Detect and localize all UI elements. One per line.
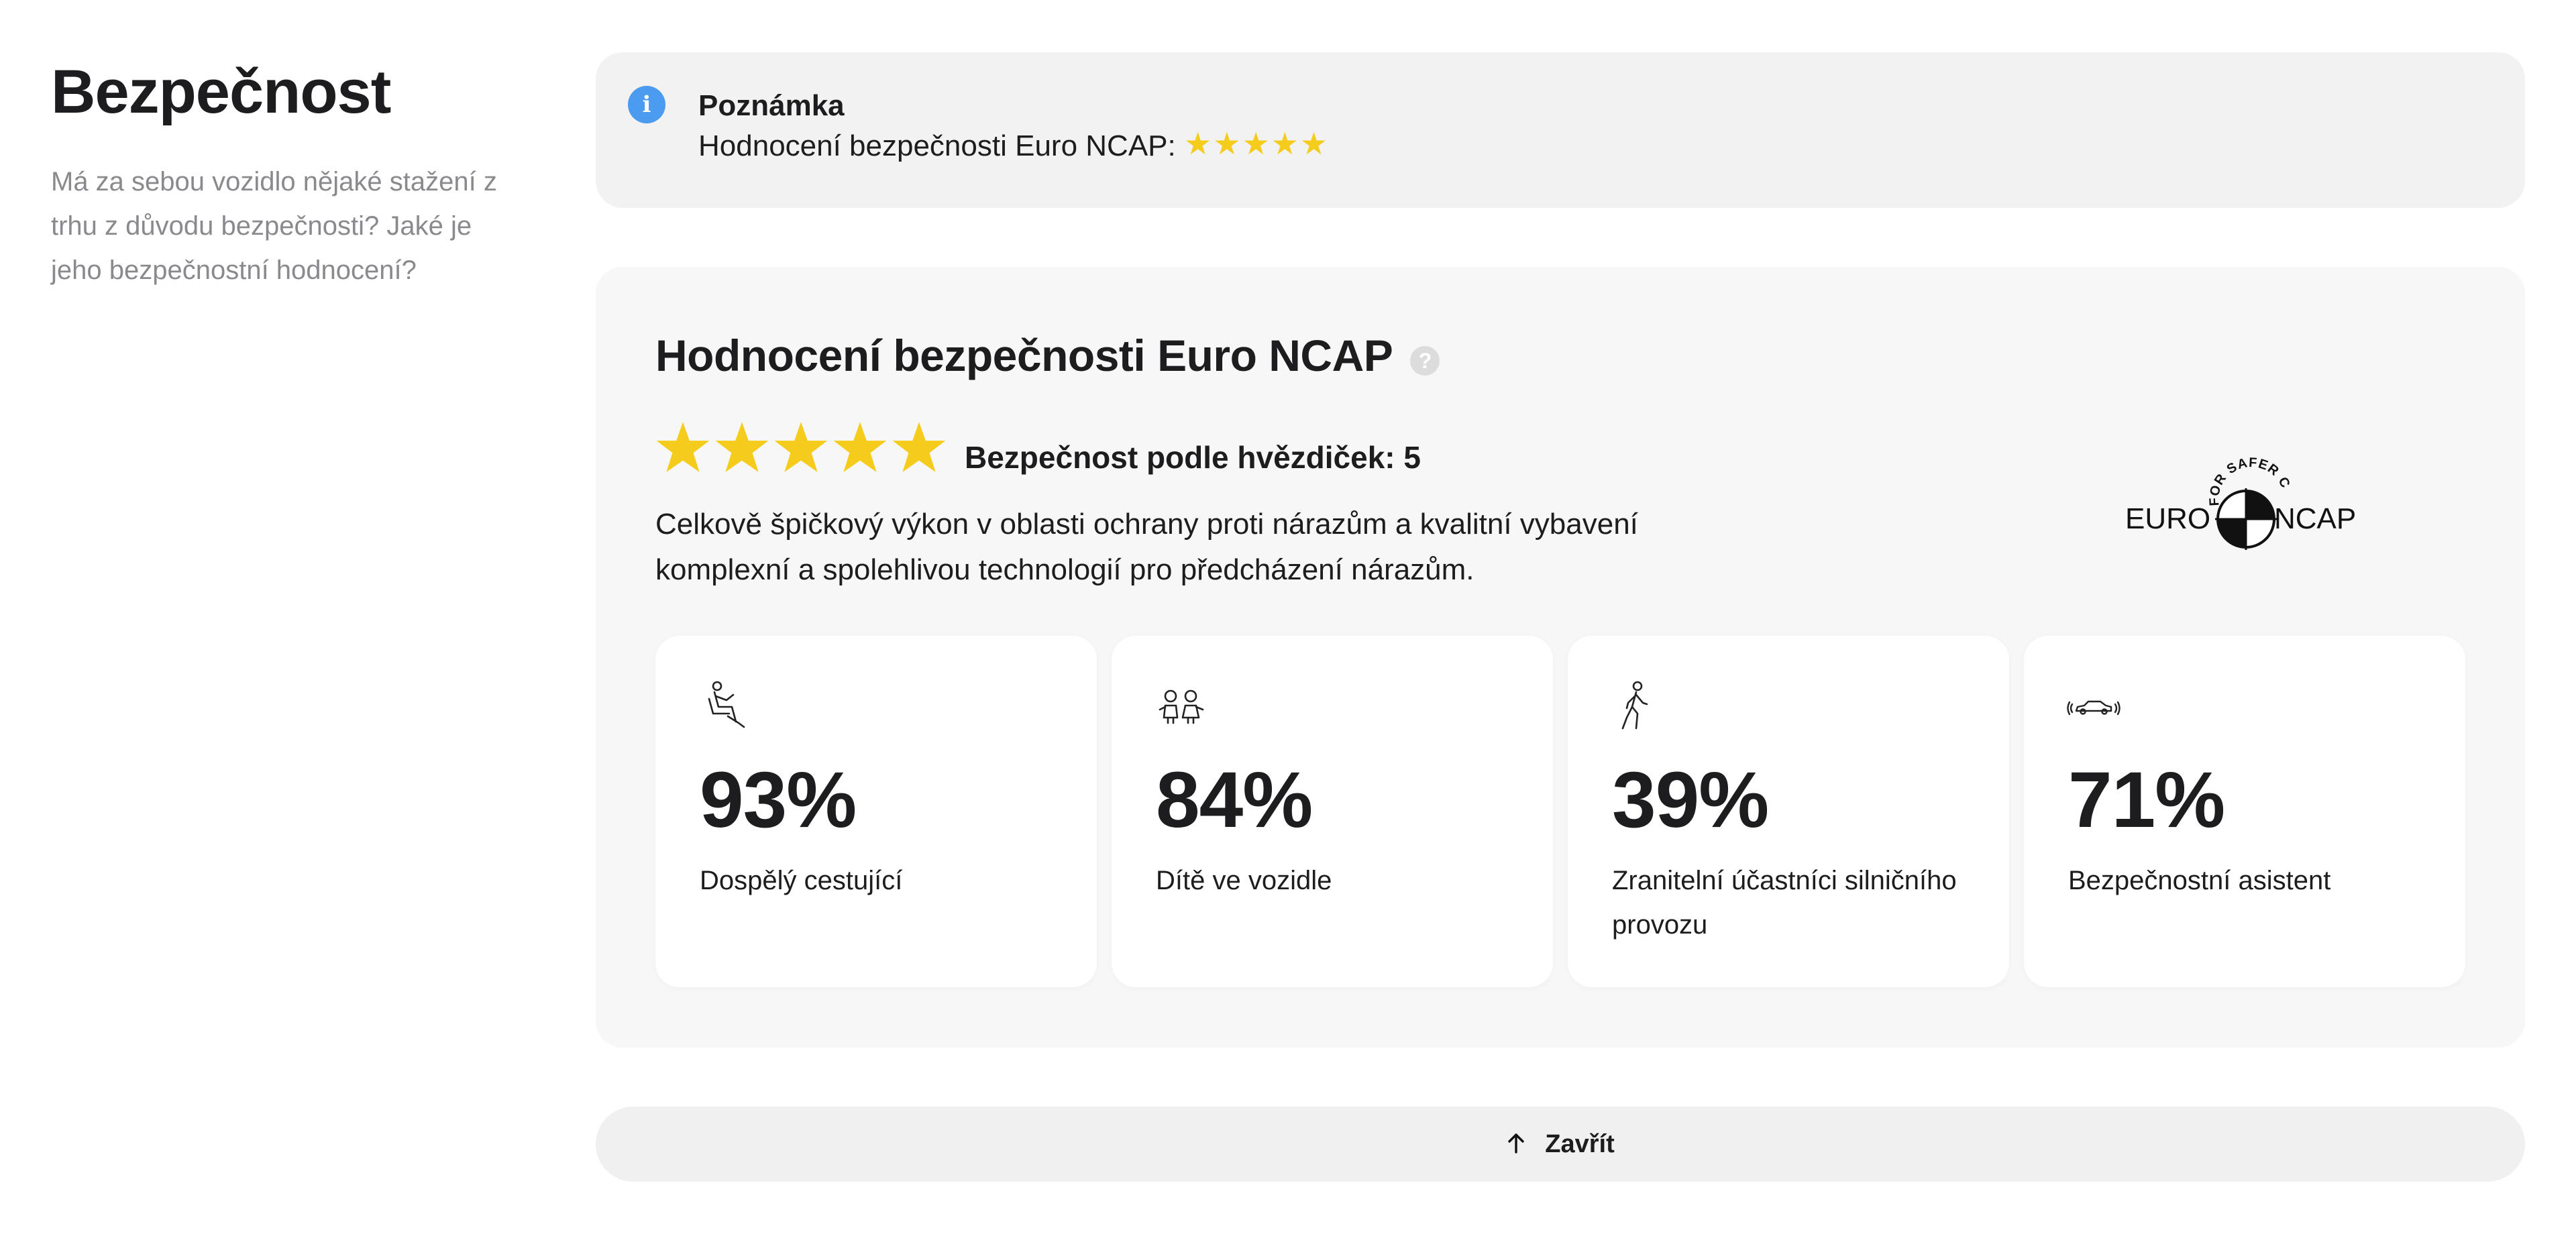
close-button-content: Zavřít	[1506, 1107, 1615, 1182]
score-value: 84%	[1156, 756, 1313, 844]
star-icon	[774, 422, 828, 472]
safety-page: Bezpečnost Má za sebou vozidlo nějaké st…	[0, 0, 2576, 1234]
score-label: Zranitelní účastníci silničního provozu	[1612, 866, 1957, 940]
seated-adult-icon	[708, 681, 745, 728]
note-text-line: Hodnocení bezpečnosti Euro NCAP: ★★★★★	[698, 123, 1329, 166]
score-value: 71%	[2068, 756, 2225, 844]
score-card-vulnerable-road-users: 39% Zranitelní účastníci silničního prov…	[1568, 636, 2009, 987]
logo-right-text: NCAP	[2274, 502, 2356, 535]
svg-text:FOR SAFER CARS: FOR SAFER CARS	[2125, 457, 2293, 506]
ncap-title-row: Hodnocení bezpečnosti Euro NCAP?	[655, 329, 1440, 382]
score-value: 93%	[700, 756, 857, 844]
help-icon[interactable]: ?	[1410, 346, 1440, 376]
score-card-child: 84% Dítě ve vozidle	[1112, 636, 1553, 987]
arrow-up-icon	[1508, 1133, 1524, 1154]
score-value: 39%	[1612, 756, 1769, 844]
children-icon	[1159, 689, 1204, 724]
pedestrian-icon	[1621, 681, 1648, 730]
score-card-adult: 93% Dospělý cestující	[655, 636, 1097, 987]
section-description: Má za sebou vozidlo nějaké stažení z trh…	[51, 167, 497, 285]
logo-arc-text: FOR SAFER CARS	[2125, 457, 2292, 506]
note-title: Poznámka	[698, 89, 845, 122]
ncap-description: Celkově špičkový výkon v oblasti ochrany…	[655, 508, 1638, 586]
ncap-title: Hodnocení bezpečnosti Euro NCAP	[655, 331, 1393, 380]
section-title: Bezpečnost	[51, 58, 391, 126]
score-label: Dítě ve vozidle	[1156, 866, 1332, 895]
note-text: Hodnocení bezpečnosti Euro NCAP:	[698, 129, 1176, 162]
star-icon	[715, 422, 769, 472]
star-rating-label: Bezpečnost podle hvězdiček: 5	[965, 440, 1421, 475]
section-intro: Bezpečnost Má za sebou vozidlo nějaké st…	[51, 55, 507, 292]
close-button-label: Zavřít	[1545, 1130, 1615, 1158]
star-icon	[833, 422, 887, 472]
close-button[interactable]: Zavřít	[596, 1107, 2525, 1182]
score-card-safety-assist: 71% Bezpečnostní asistent	[2024, 636, 2465, 987]
note-box: i Poznámka Hodnocení bezpečnosti Euro NC…	[596, 52, 2525, 208]
euro-ncap-logo: FOR SAFER CARS EURO NCAP	[2125, 457, 2356, 550]
logo-left-text: EURO	[2125, 502, 2210, 535]
info-icon: i	[628, 86, 665, 123]
score-label: Bezpečnostní asistent	[2068, 866, 2331, 895]
star-icon	[656, 422, 710, 472]
note-star-rating: ★★★★★	[1183, 125, 1330, 162]
score-label: Dospělý cestující	[700, 866, 903, 895]
star-rating	[655, 420, 951, 494]
euro-ncap-panel: Hodnocení bezpečnosti Euro NCAP? Bezpečn…	[596, 267, 2525, 1048]
star-icon	[892, 422, 946, 472]
car-sensor-icon	[2067, 700, 2121, 716]
